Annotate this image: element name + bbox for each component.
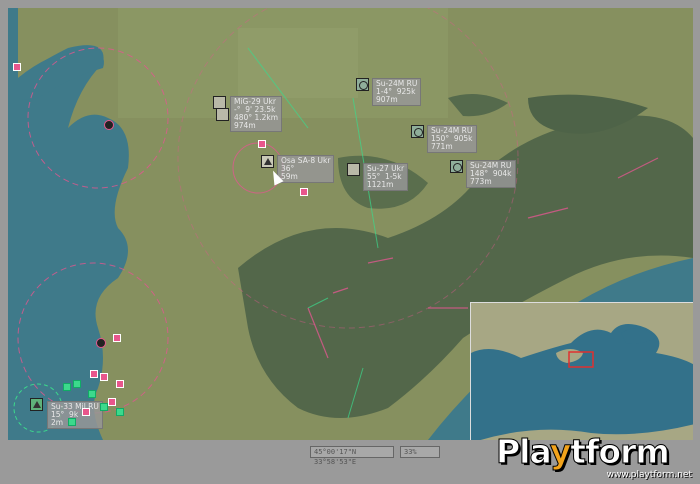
ground-unit-marker[interactable] bbox=[300, 188, 308, 196]
ground-unit-marker[interactable] bbox=[13, 63, 21, 71]
tactical-map[interactable]: MiG-29 Ukr -° 9' 23.5k 480° 1.2km 974m S… bbox=[8, 8, 693, 440]
unit-label: Su-27 Ukr 55° 1-5k 1121m bbox=[363, 163, 409, 191]
ground-unit-marker[interactable] bbox=[100, 373, 108, 381]
unit-label: Su-24M RU 1-4° 925k 907m bbox=[372, 78, 422, 106]
unit-label: Su-24M RU 148° 904k 773m bbox=[466, 160, 516, 188]
friendly-unit-marker[interactable] bbox=[100, 403, 108, 411]
ground-unit-marker[interactable] bbox=[113, 334, 121, 342]
friendly-unit-marker[interactable] bbox=[116, 408, 124, 416]
friendly-aircraft-icon bbox=[356, 78, 369, 91]
sam-site-icon bbox=[261, 155, 274, 168]
hostile-aircraft-icon bbox=[347, 163, 360, 176]
ground-unit-marker[interactable] bbox=[258, 140, 266, 148]
friendly-unit-marker[interactable] bbox=[68, 418, 76, 426]
game-window: MiG-29 Ukr -° 9' 23.5k 480° 1.2km 974m S… bbox=[0, 0, 700, 484]
overview-minimap[interactable] bbox=[470, 302, 693, 440]
logo-wordmark: Playtform bbox=[496, 432, 671, 472]
airbase-marker[interactable] bbox=[104, 120, 114, 130]
friendly-aircraft-icon bbox=[450, 160, 463, 173]
ground-unit-marker[interactable] bbox=[82, 408, 90, 416]
friendly-unit-marker[interactable] bbox=[88, 390, 96, 398]
airbase-marker[interactable] bbox=[96, 338, 106, 348]
ground-unit-marker[interactable] bbox=[116, 380, 124, 388]
ground-unit-marker[interactable] bbox=[108, 398, 116, 406]
ground-unit-marker[interactable] bbox=[90, 370, 98, 378]
unit-label: Osa SA-8 Ukr 36° 59m bbox=[277, 155, 335, 183]
unit-label: Su-24M RU 150° 905k 771m bbox=[427, 125, 477, 153]
hostile-aircraft-icon bbox=[216, 108, 229, 121]
zoom-readout: 33% bbox=[400, 446, 440, 458]
friendly-unit-marker[interactable] bbox=[63, 383, 71, 391]
coordinates-readout: 45°00'17"N 33°58'53"E bbox=[310, 446, 394, 466]
friendly-carrier-icon bbox=[30, 398, 43, 411]
friendly-aircraft-icon bbox=[411, 125, 424, 138]
logo-url: www.playtform.net bbox=[606, 470, 692, 480]
unit-label: MiG-29 Ukr -° 9' 23.5k 480° 1.2km 974m bbox=[230, 96, 283, 132]
watermark-logo: Playtform www.playtform.net bbox=[488, 428, 698, 482]
friendly-unit-marker[interactable] bbox=[73, 380, 81, 388]
minimap-terrain bbox=[471, 303, 693, 440]
